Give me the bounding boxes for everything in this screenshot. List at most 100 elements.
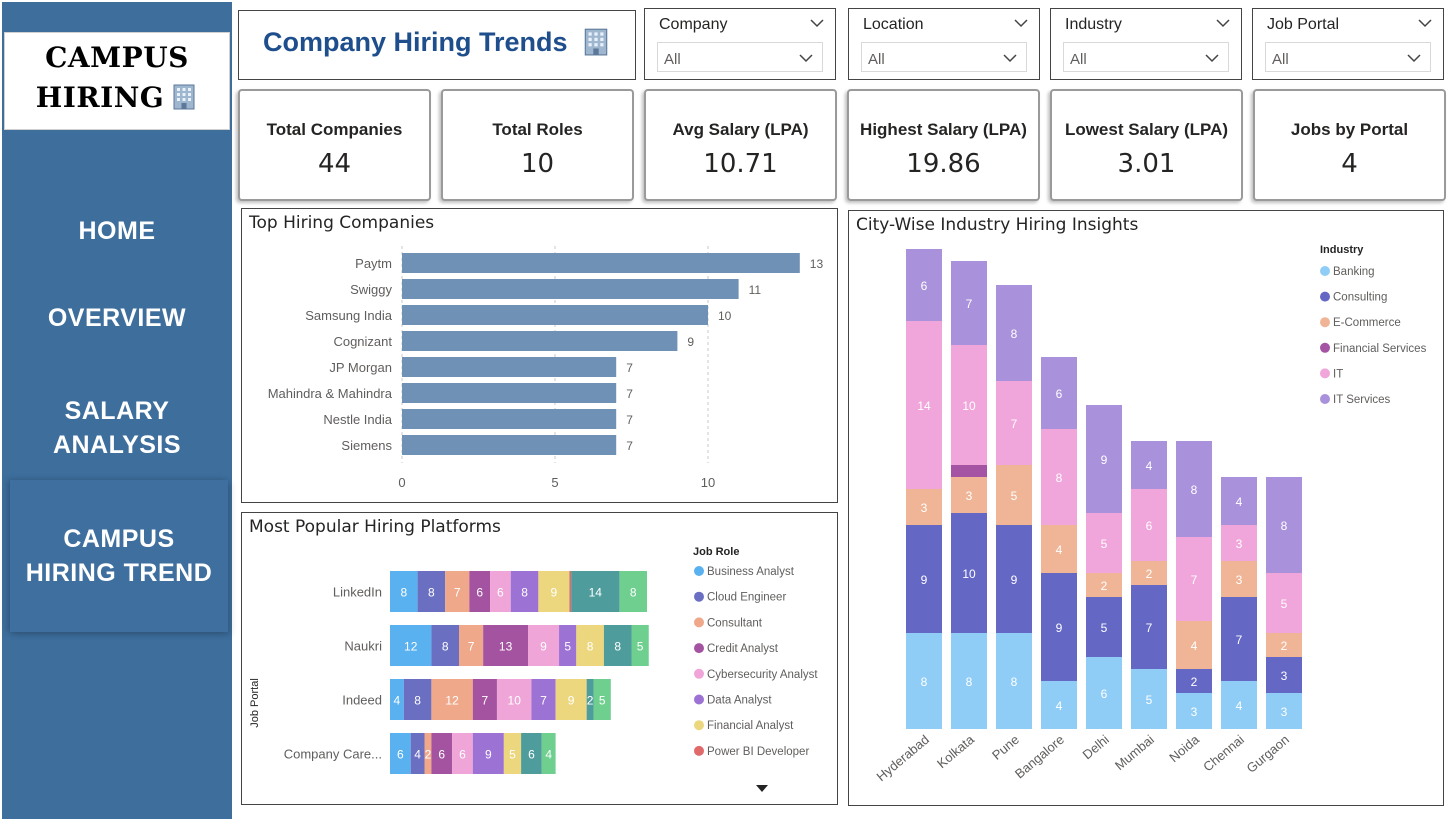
slicer-job-portal[interactable]: Job Portal All [1252,8,1444,80]
legend-label[interactable]: Cloud Engineer [707,592,786,604]
segment-label: 4 [414,748,421,762]
chevron-down-icon[interactable] [1417,17,1433,29]
segment-label: 12 [445,694,459,708]
slicer-job-portal-dropdown[interactable]: All [1265,42,1431,72]
bar[interactable] [402,253,800,273]
category-label: Noida [1166,731,1202,765]
bar[interactable] [402,409,617,429]
legend-label[interactable]: Financial Services [1333,343,1427,355]
nav-campus-hiring-trend-label-2: HIRING TREND [25,559,213,587]
segment-label: 9 [921,573,928,587]
bar[interactable] [402,331,678,351]
nav-campus-hiring-trend[interactable]: CAMPUS HIRING TREND [10,480,228,632]
legend-label[interactable]: Credit Analyst [707,643,779,655]
data-label: 10 [718,309,732,323]
segment-label: 9 [551,586,558,600]
slicer-industry-dropdown[interactable]: All [1063,42,1229,72]
stacked-segment[interactable] [951,465,987,477]
chevron-down-icon[interactable] [1406,52,1422,64]
bar[interactable] [402,357,617,377]
stacked-segment[interactable] [569,571,572,612]
segment-label: 2 [1101,579,1108,593]
nav-overview[interactable]: OVERVIEW [2,301,232,335]
slicer-company-value: All [664,51,681,68]
segment-label: 8 [428,586,435,600]
data-label: 7 [626,387,633,401]
data-label: 13 [810,257,824,271]
slicer-company-dropdown[interactable]: All [657,42,823,72]
legend-label[interactable]: Consultant [707,617,763,629]
legend-marker [694,720,704,731]
chart-title: Top Hiring Companies [249,213,435,233]
legend-marker [694,591,704,602]
segment-label: 6 [438,748,445,762]
segment-label: 5 [1101,537,1108,551]
segment-label: 2 [1146,567,1153,581]
chevron-down-icon[interactable] [1002,52,1018,64]
chevron-down-icon[interactable] [809,17,825,29]
segment-label: 2 [587,694,594,708]
segment-label: 5 [1146,693,1153,707]
bar[interactable] [402,279,739,299]
top-hiring-companies-chart: Top Hiring Companies 0 5 10 Paytm 13 Swiggy 11… [241,208,838,503]
legend-label[interactable]: Data Analyst [707,695,772,707]
segment-label: 8 [630,586,637,600]
slicer-company-label: Company [659,16,728,33]
bar[interactable] [402,305,708,325]
kpi-label: Highest Salary (LPA) [860,120,1027,139]
legend-label[interactable]: Power BI Developer [707,746,809,758]
nav-salary-analysis-label-1: SALARY [64,397,170,425]
nav-overview-label: OVERVIEW [47,304,187,332]
legend-marker [694,745,704,756]
data-label: 7 [626,439,633,453]
sidebar: CAMPUS HIRING HOME OVERVIEW SALARY ANALY… [2,2,232,819]
slicer-company[interactable]: Company All [644,8,836,80]
segment-label: 6 [1101,687,1108,701]
legend-label[interactable]: Cybersecurity Analyst [707,669,818,681]
chevron-down-icon[interactable] [798,52,814,64]
chevron-down-icon[interactable] [1013,17,1029,29]
legend-label[interactable]: Consulting [1333,292,1387,304]
kpi-label: Total Companies [266,120,403,139]
bar[interactable] [402,435,617,455]
segment-label: 5 [1281,597,1288,611]
category-label: Delhi [1080,732,1112,763]
slicer-location-dropdown[interactable]: All [861,42,1027,72]
segment-label: 6 [921,279,928,293]
legend-label[interactable]: E-Commerce [1333,317,1401,329]
slicer-location[interactable]: Location All [848,8,1040,80]
segment-label: 7 [454,586,461,600]
x-tick-label: 10 [701,475,715,490]
category-label: Indeed [342,693,382,708]
segment-label: 5 [599,694,606,708]
segment-label: 8 [614,640,621,654]
category-label: Paytm [355,256,392,271]
slicer-industry[interactable]: Industry All [1050,8,1242,80]
category-label: Company Care... [284,747,382,762]
segment-label: 3 [921,501,928,515]
kpi-highest-salary: Highest Salary (LPA) 19.86 [847,89,1040,201]
segment-label: 6 [1146,519,1153,533]
legend-label[interactable]: IT Services [1333,394,1391,406]
nav-salary-analysis[interactable]: SALARY ANALYSIS [2,394,232,462]
legend-label[interactable]: IT [1333,368,1343,380]
legend-marker [694,643,704,654]
logo-line-2: HIRING [5,81,229,114]
chevron-down-icon[interactable] [1204,52,1220,64]
legend-label[interactable]: Financial Analyst [707,720,794,732]
segment-label: 6 [1056,387,1063,401]
page-title: Company Hiring Trends [263,27,568,57]
data-label: 11 [749,283,762,297]
legend-label[interactable]: Business Analyst [707,566,795,578]
category-label: Naukri [344,639,382,654]
bar[interactable] [402,383,617,403]
legend-scroll-down-icon[interactable] [756,785,768,793]
legend-label[interactable]: Banking [1333,266,1375,278]
chevron-down-icon[interactable] [1215,17,1231,29]
segment-label: 9 [540,640,547,654]
nav-home[interactable]: HOME [2,214,232,248]
data-label: 7 [626,361,633,375]
category-label: Bangalore [1012,732,1067,782]
segment-label: 7 [1236,633,1243,647]
segment-label: 6 [397,748,404,762]
